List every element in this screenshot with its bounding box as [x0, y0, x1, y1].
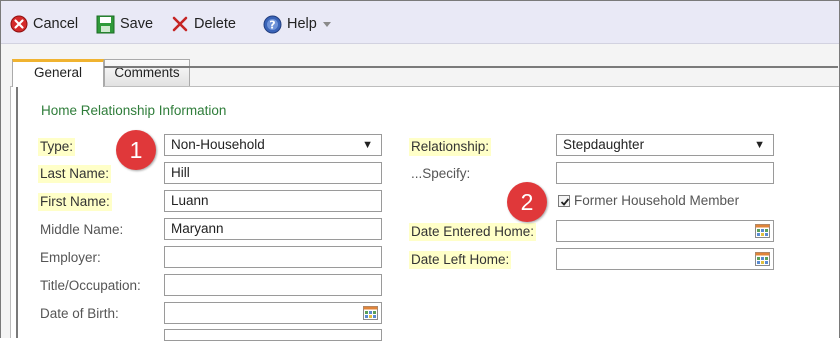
toolbar: Cancel Save Delete ? Help — [1, 1, 839, 44]
chevron-down-icon — [322, 22, 331, 27]
dropdown-arrow-icon: ▼ — [754, 139, 765, 151]
callout-badge-2: 2 — [507, 182, 547, 222]
date-left-home-label: Date Left Home: — [409, 251, 512, 269]
specify-label: ...Specify: — [411, 166, 471, 181]
middle-name-label: Middle Name: — [40, 222, 124, 237]
help-label: Help — [287, 16, 317, 32]
cancel-button[interactable]: Cancel — [10, 13, 78, 35]
employer-input[interactable] — [164, 246, 382, 268]
title-occupation-input[interactable] — [164, 274, 382, 296]
svg-text:?: ? — [269, 18, 275, 31]
delete-button[interactable]: Delete — [171, 13, 236, 35]
date-entered-home-input[interactable] — [556, 220, 774, 242]
first-name-label: First Name: — [38, 193, 112, 211]
save-button[interactable]: Save — [96, 13, 153, 35]
save-icon — [96, 15, 115, 33]
former-household-label: Former Household Member — [574, 193, 740, 208]
delete-label: Delete — [194, 16, 236, 32]
relationship-value: Stepdaughter — [563, 137, 645, 152]
fieldset-legend: Home Relationship Information — [38, 103, 230, 118]
dropdown-arrow-icon: ▼ — [362, 139, 373, 151]
title-occupation-label: Title/Occupation: — [40, 278, 141, 293]
calendar-icon[interactable] — [755, 224, 770, 238]
tab-general[interactable]: General — [12, 59, 104, 87]
next-field-input[interactable] — [164, 329, 382, 341]
specify-input[interactable] — [556, 162, 774, 184]
cancel-icon — [10, 15, 28, 33]
date-of-birth-label: Date of Birth: — [40, 306, 119, 321]
delete-icon — [172, 16, 188, 32]
save-label: Save — [120, 16, 154, 32]
former-household-checkbox[interactable] — [558, 195, 570, 207]
help-icon: ? — [263, 15, 282, 33]
date-of-birth-input[interactable] — [164, 302, 382, 324]
calendar-icon[interactable] — [755, 252, 770, 266]
last-name-label: Last Name: — [38, 165, 112, 183]
relationship-label: Relationship: — [409, 138, 492, 156]
checkmark-icon — [560, 198, 570, 206]
help-menu-button[interactable]: ? Help — [263, 13, 333, 35]
type-select[interactable]: Non-Household ▼ — [164, 134, 382, 156]
date-left-home-input[interactable] — [556, 248, 774, 270]
relationship-select[interactable]: Stepdaughter ▼ — [556, 134, 774, 156]
callout-badge-1: 1 — [116, 130, 156, 170]
cancel-label: Cancel — [33, 16, 79, 32]
employer-label: Employer: — [40, 250, 101, 265]
last-name-input[interactable]: Hill — [164, 162, 382, 184]
type-value: Non-Household — [171, 137, 265, 152]
first-name-input[interactable]: Luann — [164, 190, 382, 212]
calendar-icon[interactable] — [363, 306, 378, 320]
date-entered-home-label: Date Entered Home: — [409, 223, 537, 241]
type-label: Type: — [38, 138, 76, 156]
middle-name-input[interactable]: Maryann — [164, 218, 382, 240]
